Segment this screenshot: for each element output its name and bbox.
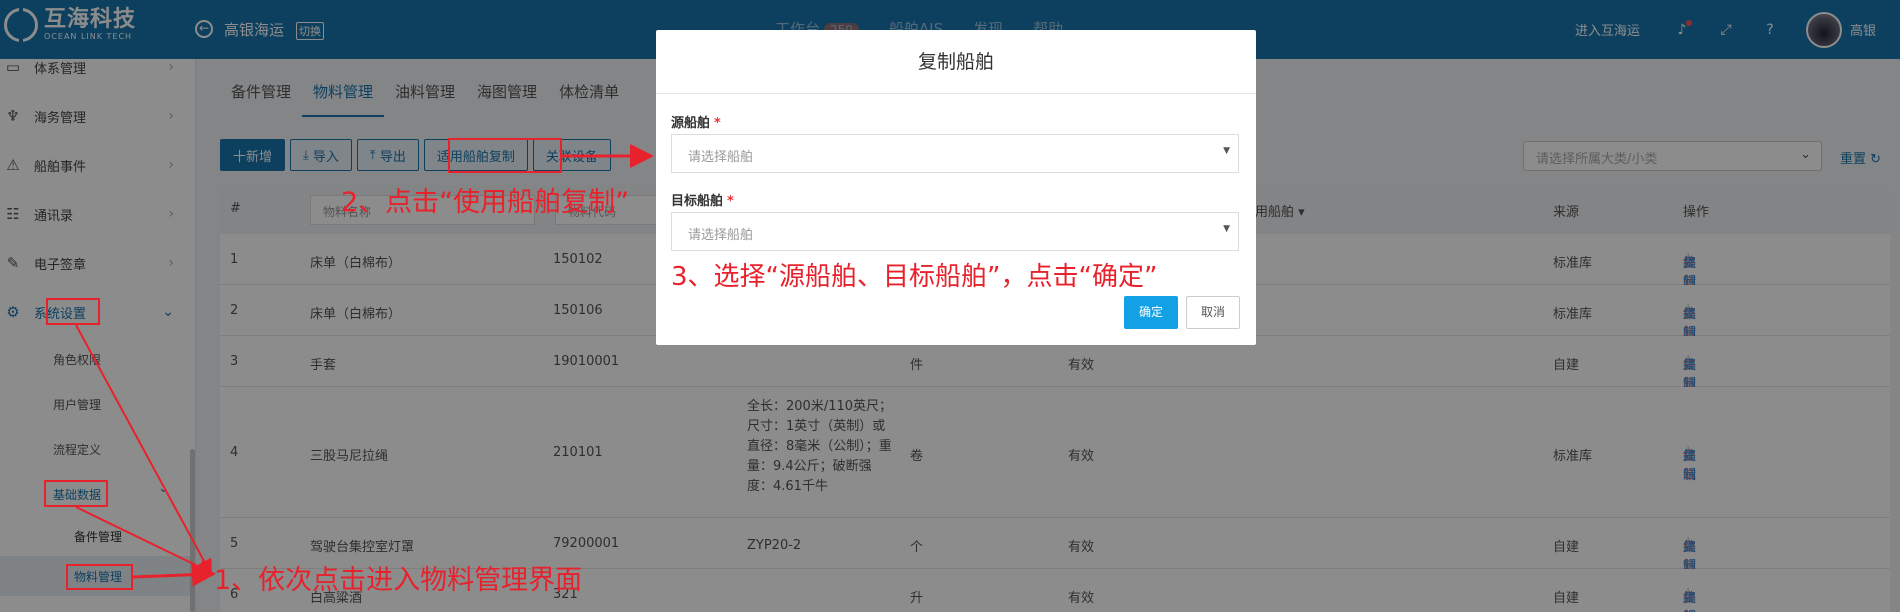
annotation-arrow-materials <box>132 562 216 587</box>
annotation-arrow-basic-data <box>75 506 214 574</box>
annotation-arrows <box>75 144 654 587</box>
annotation-arrow-settings <box>75 324 212 576</box>
